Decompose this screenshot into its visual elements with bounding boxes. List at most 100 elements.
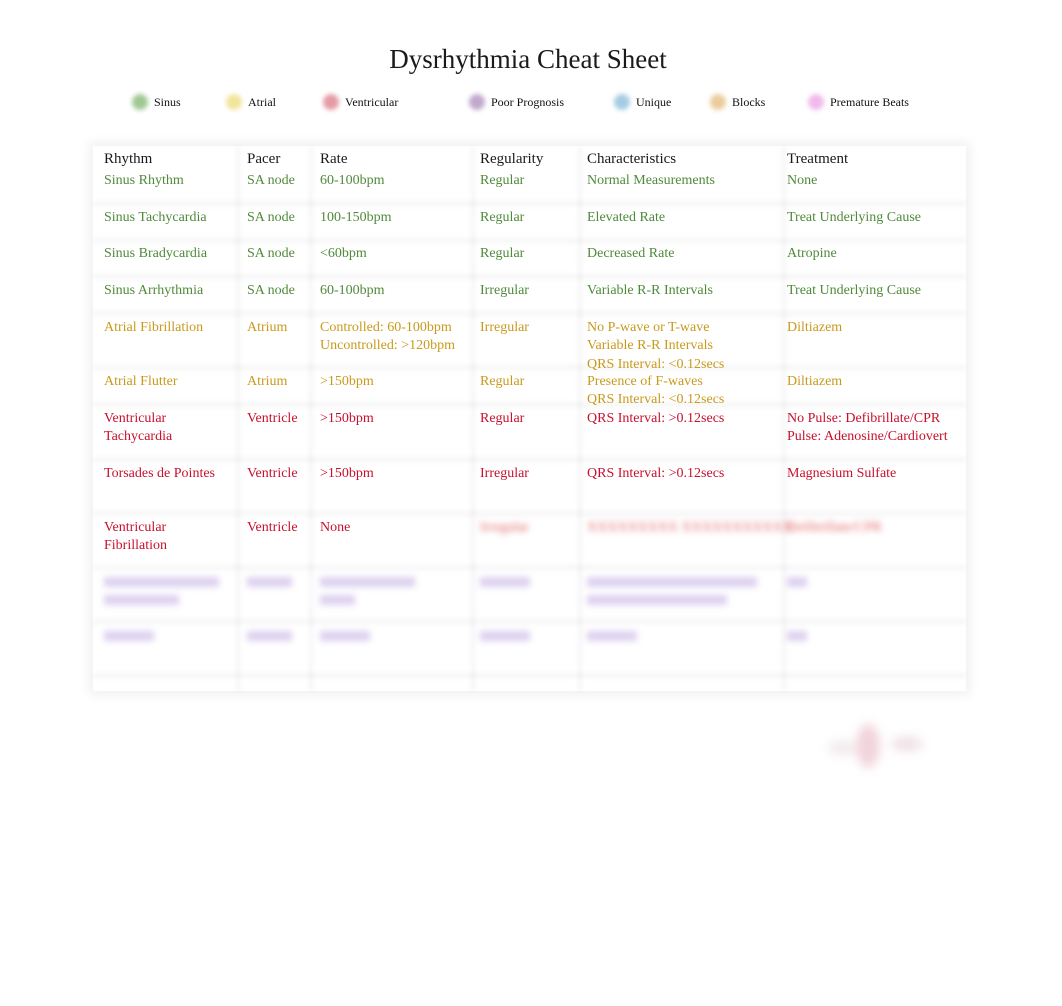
row-divider (93, 274, 966, 279)
table-cell-regularity: Regular (480, 173, 525, 188)
table-cell-characteristics: Presence of F-waves QRS Interval: <0.12se… (587, 374, 725, 408)
row-divider (93, 365, 966, 370)
table-cell-rate: 100-150bpm (320, 210, 392, 225)
redacted-cell (587, 595, 727, 605)
table-cell-pacer: Ventricle (247, 411, 298, 426)
table-cell-characteristics: Elevated Rate (587, 210, 666, 225)
watermark-logo-icon (828, 724, 923, 768)
legend-label: Poor Prognosis (491, 94, 565, 109)
row-divider (93, 311, 966, 316)
table-cell-treatment: Treat Underlying Cause (787, 283, 922, 298)
redacted-cell: Defibrillate/CPR (787, 520, 882, 535)
redacted-cell (787, 631, 807, 641)
table-cell-treatment: No Pulse: Defibrillate/CPR Pulse: Adenosi… (787, 411, 948, 445)
table-cell-rate: Controlled: 60-100bpm Uncontrolled: >120b… (320, 320, 456, 354)
row-divider (93, 511, 966, 516)
legend-label: Sinus (154, 94, 181, 109)
redacted-cell (320, 595, 355, 605)
redacted-cell: XXXXXXXXX XXXXXXXXXXX (587, 520, 793, 535)
redacted-cell (104, 577, 219, 587)
table-cell-rate: 60-100bpm (320, 283, 385, 298)
row-divider (93, 673, 966, 678)
table-cell-regularity: Regular (480, 411, 525, 426)
row-divider (93, 457, 966, 462)
table-cell-pacer: Ventricle (247, 520, 298, 535)
table-cell-rhythm: Atrial Flutter (104, 374, 178, 389)
table-cell-rhythm: Atrial Fibrillation (104, 320, 204, 335)
legend-item-ventricular: Ventricular (323, 88, 398, 116)
table-cell-rhythm: Ventricular Tachycardia (104, 411, 173, 445)
table-cell-characteristics: QRS Interval: >0.12secs (587, 411, 725, 426)
table-cell-characteristics: Variable R-R Intervals (587, 283, 713, 298)
table-cell-rhythm: Sinus Bradycardia (104, 246, 208, 261)
table-cell-regularity: Irregular (480, 320, 529, 335)
redacted-cell (480, 577, 530, 587)
table-cell-treatment: None (787, 173, 818, 188)
redacted-cell (104, 631, 154, 641)
legend-item-atrial: Atrial (226, 88, 276, 116)
table-cell-regularity: Regular (480, 210, 525, 225)
table-cell-pacer: Atrium (247, 374, 288, 389)
table-cell-rhythm: Sinus Rhythm (104, 173, 184, 188)
table-cell-rate: >150bpm (320, 374, 374, 389)
table-cell-rate: <60bpm (320, 246, 367, 261)
column-header-rate: Rate (320, 151, 348, 167)
column-divider (578, 146, 582, 691)
table-cell-rhythm: Sinus Tachycardia (104, 210, 207, 225)
column-header-pacer: Pacer (247, 151, 281, 167)
column-header-regularity: Regularity (480, 151, 544, 167)
table-cell-regularity: Regular (480, 246, 525, 261)
table-cell-pacer: SA node (247, 210, 295, 225)
dysrhythmia-table: Rhythm Pacer Rate Regularity Characteris… (93, 146, 966, 691)
table-cell-regularity: Irregular (480, 466, 529, 481)
table-cell-regularity: Regular (480, 374, 525, 389)
table-cell-rate: >150bpm (320, 466, 374, 481)
column-divider (782, 146, 786, 691)
redacted-cell (787, 577, 807, 587)
legend-label: Blocks (732, 94, 766, 109)
table-cell-regularity: Irregular (480, 283, 529, 298)
table-cell-treatment: Magnesium Sulfate (787, 466, 897, 481)
legend-swatch-icon (132, 94, 148, 110)
legend-label: Atrial (248, 94, 276, 109)
legend-swatch-icon (808, 94, 824, 110)
row-divider (93, 565, 966, 570)
legend-label: Premature Beats (830, 94, 909, 109)
row-divider (93, 402, 966, 407)
table-cell-treatment: Treat Underlying Cause (787, 210, 922, 225)
column-header-characteristics: Characteristics (587, 151, 677, 167)
redacted-cell (320, 577, 415, 587)
legend-item-poor-prognosis: Poor Prognosis (469, 88, 564, 116)
table-cell-rhythm: Sinus Arrhythmia (104, 283, 204, 298)
legend-swatch-icon (710, 94, 726, 110)
table-cell-characteristics: QRS Interval: >0.12secs (587, 466, 725, 481)
table-cell-characteristics: Decreased Rate (587, 246, 675, 261)
table-cell-pacer: SA node (247, 173, 295, 188)
legend-swatch-icon (614, 94, 630, 110)
column-header-rhythm: Rhythm (104, 151, 153, 167)
table-cell-pacer: Ventricle (247, 466, 298, 481)
redacted-cell (104, 595, 179, 605)
legend-swatch-icon (469, 94, 485, 110)
table-cell-characteristics: No P-wave or T-wave Variable R-R Interval… (587, 320, 725, 372)
redacted-cell (247, 577, 292, 587)
legend-item-premature-beats: Premature Beats (808, 88, 909, 116)
table-cell-pacer: SA node (247, 283, 295, 298)
legend-item-blocks: Blocks (710, 88, 765, 116)
column-header-treatment: Treatment (787, 151, 849, 167)
table-cell-treatment: Diltiazem (787, 320, 843, 335)
legend-swatch-icon (323, 94, 339, 110)
color-legend: Sinus Atrial Ventricular Poor Prognosis … (0, 88, 1062, 116)
redacted-cell (320, 631, 370, 641)
column-divider (309, 146, 313, 691)
redacted-cell (587, 577, 757, 587)
redacted-cell (587, 631, 637, 641)
table-cell-rate: None (320, 520, 351, 535)
table-cell-rhythm: Ventricular Fibrillation (104, 520, 167, 554)
table-cell-treatment: Diltiazem (787, 374, 843, 389)
page-title: Dysrhythmia Cheat Sheet (389, 44, 667, 74)
column-divider (236, 146, 240, 691)
table-cell-rate: >150bpm (320, 411, 374, 426)
legend-item-unique: Unique (614, 88, 671, 116)
redacted-cell: Irregular (480, 520, 529, 535)
